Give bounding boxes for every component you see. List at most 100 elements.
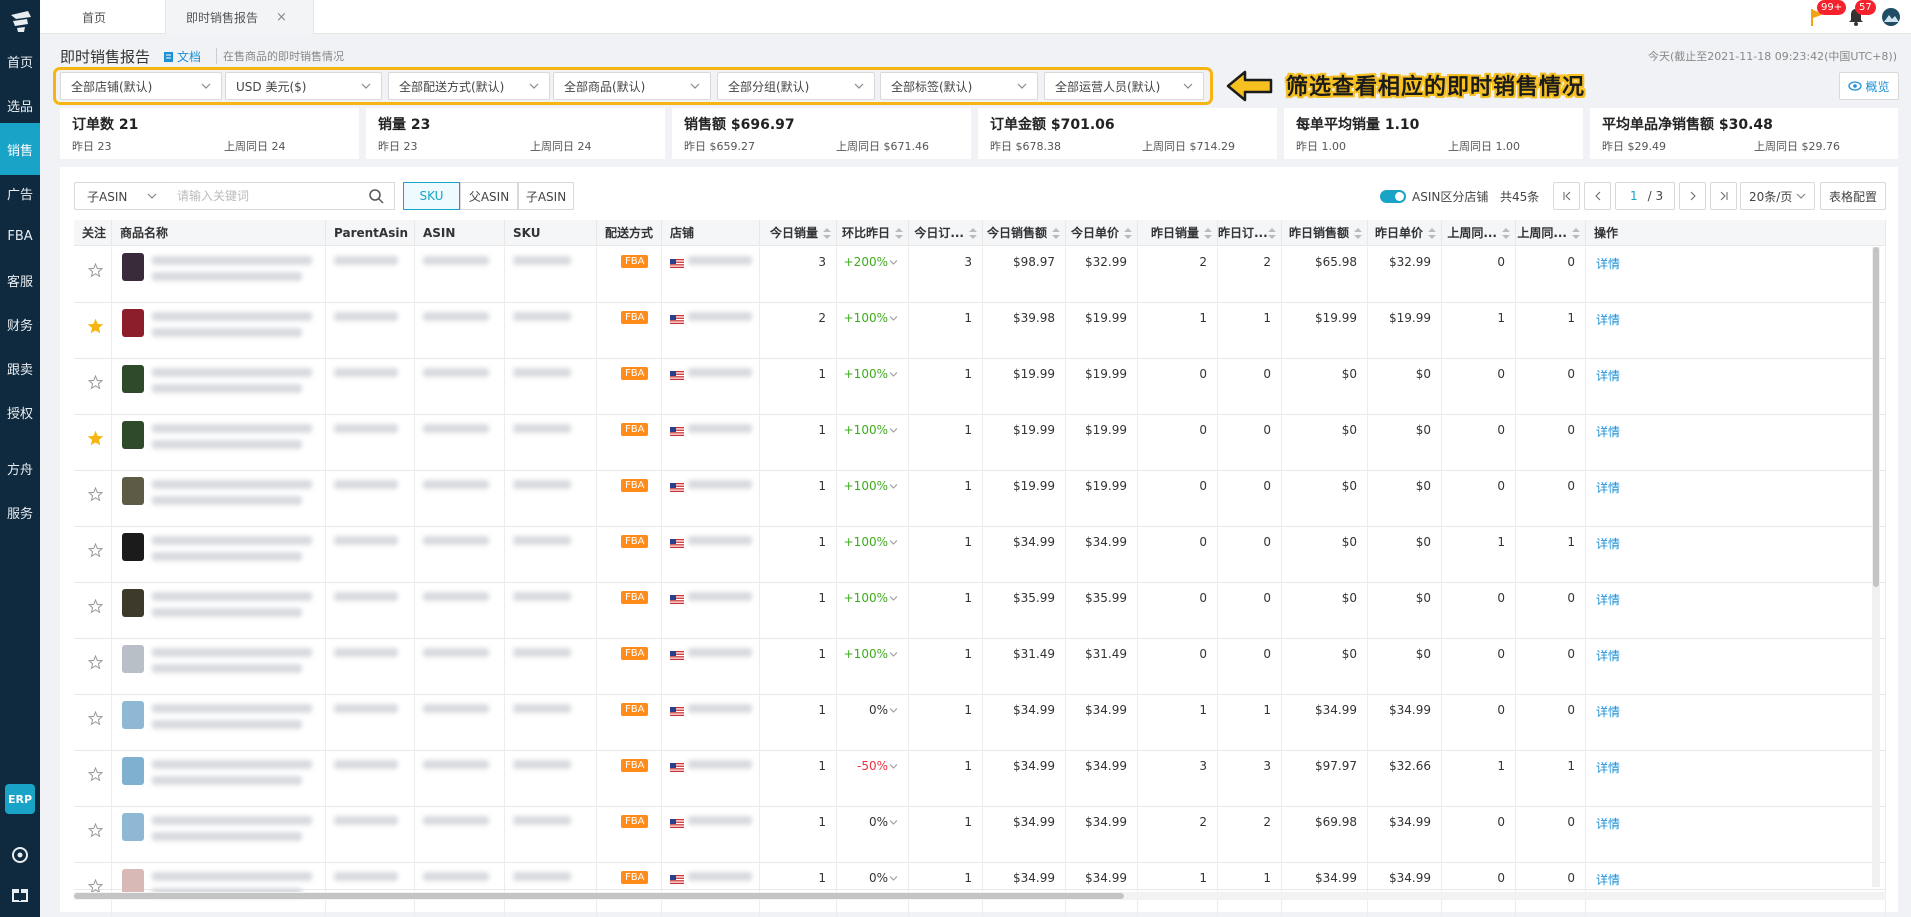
chevron-down-icon[interactable]: [889, 819, 898, 826]
product-thumbnail[interactable]: [122, 253, 144, 281]
column-header[interactable]: 昨日单价: [1368, 220, 1442, 246]
chevron-down-icon[interactable]: [889, 483, 898, 490]
avatar[interactable]: [1880, 6, 1902, 28]
chevron-down-icon[interactable]: [889, 707, 898, 714]
sort-icon[interactable]: [1052, 228, 1060, 239]
filter-select[interactable]: 全部店铺(默认): [60, 72, 222, 100]
chevron-down-icon[interactable]: [889, 595, 898, 602]
star-icon[interactable]: [88, 823, 103, 838]
table-row[interactable]: FBA 1 +100% 1 $34.99 $34.99 0 0 $0 $0 1 1 详情: [74, 527, 1886, 583]
detail-link[interactable]: 详情: [1596, 367, 1620, 384]
table-row[interactable]: FBA 1 +100% 1 $31.49 $31.49 0 0 $0 $0 0 0 详情: [74, 639, 1886, 695]
sort-icon[interactable]: [1428, 228, 1436, 239]
scroll-thumb[interactable]: [74, 893, 1124, 899]
chevron-down-icon[interactable]: [889, 315, 898, 322]
search-input[interactable]: [165, 182, 395, 210]
help-icon[interactable]: [10, 845, 30, 865]
table-row[interactable]: FBA 1 0% 1 $34.99 $34.99 1 1 $34.99 $34.99 0 0 详情: [74, 863, 1886, 917]
detail-link[interactable]: 详情: [1596, 815, 1620, 832]
table-row[interactable]: FBA 1 -50% 1 $34.99 $34.99 3 3 $97.97 $32.66 1 1 详情: [74, 751, 1886, 807]
product-thumbnail[interactable]: [122, 365, 144, 393]
star-icon[interactable]: [88, 767, 103, 782]
page-size-select[interactable]: 20条/页: [1740, 182, 1815, 210]
next-page-button[interactable]: [1679, 182, 1706, 210]
table-row[interactable]: FBA 2 +100% 1 $39.98 $19.99 1 1 $19.99 $19.99 1 1 详情: [74, 303, 1886, 359]
sort-icon[interactable]: [969, 228, 977, 239]
first-page-button[interactable]: [1553, 182, 1580, 210]
tab-home[interactable]: 首页: [82, 0, 106, 34]
product-thumbnail[interactable]: [122, 533, 144, 561]
product-thumbnail[interactable]: [122, 309, 144, 337]
filter-select[interactable]: 全部分组(默认): [717, 72, 875, 100]
sidebar-item[interactable]: 服务: [0, 486, 40, 538]
chevron-down-icon[interactable]: [889, 427, 898, 434]
sort-icon[interactable]: [823, 228, 831, 239]
close-icon[interactable]: ×: [276, 10, 287, 25]
detail-link[interactable]: 详情: [1596, 591, 1620, 608]
sort-icon[interactable]: [1124, 228, 1132, 239]
asin-store-toggle[interactable]: [1380, 190, 1406, 203]
page-input[interactable]: 1 / 3: [1615, 182, 1675, 210]
sort-icon[interactable]: [895, 228, 903, 239]
star-icon[interactable]: [88, 487, 103, 502]
table-row[interactable]: FBA 1 0% 1 $34.99 $34.99 2 2 $69.98 $34.99 0 0 详情: [74, 807, 1886, 863]
overview-button[interactable]: 概览: [1839, 72, 1899, 100]
chevron-down-icon[interactable]: [889, 371, 898, 378]
sidebar-item[interactable]: 授权: [0, 386, 40, 438]
sort-icon[interactable]: [1268, 228, 1276, 239]
sort-icon[interactable]: [1354, 228, 1362, 239]
tab-instant-sales[interactable]: 即时销售报告 ×: [165, 0, 314, 34]
star-icon[interactable]: [88, 711, 103, 726]
sort-icon[interactable]: [1502, 228, 1510, 239]
star-icon[interactable]: [88, 431, 103, 446]
star-icon[interactable]: [88, 263, 103, 278]
search-icon[interactable]: [368, 188, 384, 204]
segment-child-asin[interactable]: 子ASIN: [518, 182, 574, 210]
detail-link[interactable]: 详情: [1596, 647, 1620, 664]
filter-select[interactable]: 全部商品(默认): [553, 72, 711, 100]
detail-link[interactable]: 详情: [1596, 703, 1620, 720]
column-header[interactable]: 今日销量: [760, 220, 837, 246]
detail-link[interactable]: 详情: [1596, 423, 1620, 440]
star-icon[interactable]: [88, 655, 103, 670]
product-thumbnail[interactable]: [122, 421, 144, 449]
product-thumbnail[interactable]: [122, 813, 144, 841]
chevron-down-icon[interactable]: [889, 651, 898, 658]
horizontal-scrollbar[interactable]: [74, 892, 1886, 900]
star-icon[interactable]: [88, 599, 103, 614]
table-row[interactable]: FBA 1 0% 1 $34.99 $34.99 1 1 $34.99 $34.99 0 0 详情: [74, 695, 1886, 751]
filter-select[interactable]: USD 美元($): [225, 72, 382, 100]
chevron-down-icon[interactable]: [889, 875, 898, 882]
sort-icon[interactable]: [1572, 228, 1580, 239]
star-icon[interactable]: [88, 543, 103, 558]
erp-button[interactable]: ERP: [5, 784, 35, 814]
column-header[interactable]: 昨日销售额: [1282, 220, 1368, 246]
prev-page-button[interactable]: [1584, 182, 1611, 210]
chevron-down-icon[interactable]: [889, 539, 898, 546]
last-page-button[interactable]: [1710, 182, 1737, 210]
asin-type-select[interactable]: 子ASIN: [74, 182, 166, 210]
filter-select[interactable]: 全部标签(默认): [880, 72, 1038, 100]
product-thumbnail[interactable]: [122, 757, 144, 785]
chevron-down-icon[interactable]: [889, 259, 898, 266]
detail-link[interactable]: 详情: [1596, 535, 1620, 552]
app-logo-icon[interactable]: [8, 8, 34, 34]
doc-link[interactable]: 文档: [163, 48, 201, 65]
table-row[interactable]: FBA 1 +100% 1 $19.99 $19.99 0 0 $0 $0 0 0 详情: [74, 471, 1886, 527]
chevron-down-icon[interactable]: [889, 763, 898, 770]
filter-select[interactable]: 全部配送方式(默认): [388, 72, 550, 100]
column-header[interactable]: 上周同...: [1516, 220, 1586, 246]
table-config-button[interactable]: 表格配置: [1820, 182, 1886, 210]
column-header[interactable]: 上周同...: [1442, 220, 1516, 246]
column-header[interactable]: 今日单价: [1066, 220, 1138, 246]
table-row[interactable]: FBA 3 +200% 3 $98.97 $32.99 2 2 $65.98 $32.99 0 0 详情: [74, 247, 1886, 303]
product-thumbnail[interactable]: [122, 477, 144, 505]
detail-link[interactable]: 详情: [1596, 871, 1620, 888]
column-header[interactable]: 昨日订...: [1218, 220, 1282, 246]
table-row[interactable]: FBA 1 +100% 1 $19.99 $19.99 0 0 $0 $0 0 0 详情: [74, 415, 1886, 471]
star-icon[interactable]: [88, 375, 103, 390]
column-header[interactable]: 今日订...: [909, 220, 983, 246]
product-thumbnail[interactable]: [122, 645, 144, 673]
star-icon[interactable]: [88, 319, 103, 334]
sort-icon[interactable]: [1204, 228, 1212, 239]
